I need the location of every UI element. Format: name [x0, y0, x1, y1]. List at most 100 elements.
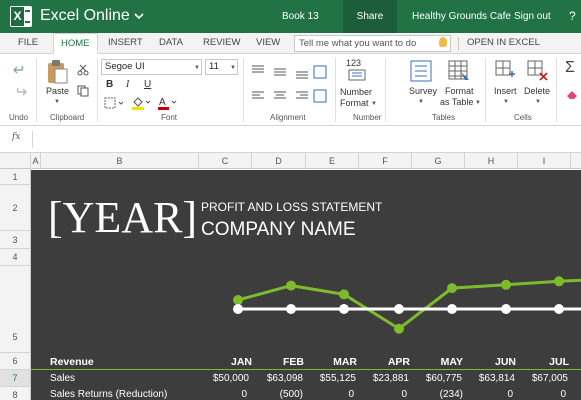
autosum-button[interactable]: Σ [565, 60, 575, 76]
chevron-down-icon[interactable]: ▼ [194, 65, 200, 71]
sales-cell[interactable]: $63,814 [465, 373, 515, 384]
revenue-line-chart[interactable] [31, 170, 581, 353]
user-name[interactable]: Healthy Grounds Cafe [412, 11, 511, 22]
month-header[interactable]: JAN [222, 356, 252, 368]
font-name-select[interactable]: Segoe UI [101, 59, 202, 75]
chevron-down-icon[interactable]: ▼ [535, 99, 541, 105]
month-header[interactable]: MAY [433, 356, 463, 368]
survey-button[interactable]: Survey [409, 86, 437, 97]
sales-label[interactable]: Sales [50, 373, 75, 384]
cut-icon[interactable] [77, 64, 89, 76]
format-as-table-icon[interactable] [448, 60, 470, 82]
sales-cell[interactable]: $50,000 [199, 373, 249, 384]
survey-icon[interactable] [410, 60, 432, 82]
chart-point-apr[interactable] [394, 304, 404, 314]
column-header-g[interactable]: G [412, 153, 465, 169]
chart-point-may[interactable] [447, 304, 457, 314]
paste-icon[interactable] [46, 59, 68, 85]
sales-cell[interactable]: $23,881 [359, 373, 409, 384]
sales-cell[interactable]: $60,775 [412, 373, 462, 384]
delete-button[interactable]: Delete [524, 86, 550, 97]
font-color-icon[interactable]: A [157, 96, 179, 110]
sales-cell[interactable]: $55,125 [306, 373, 356, 384]
returns-cell[interactable]: 0 [199, 389, 247, 400]
revenue-label[interactable]: Revenue [50, 356, 94, 368]
chart-point-feb[interactable] [286, 304, 296, 314]
returns-cell[interactable]: 0 [518, 389, 566, 400]
chart-point-apr[interactable] [394, 323, 404, 334]
returns-cell[interactable]: 0 [465, 389, 513, 400]
column-header-e[interactable]: E [306, 153, 359, 169]
chart-point-mar[interactable] [339, 304, 349, 314]
format-as-table-line2[interactable]: as Table [440, 97, 473, 108]
chart-point-jun[interactable] [501, 304, 511, 314]
tab-file[interactable]: FILE [18, 37, 38, 48]
underline-button[interactable]: U [144, 79, 151, 90]
chevron-down-icon[interactable]: ▼ [54, 99, 60, 105]
chevron-down-icon[interactable]: ▼ [371, 101, 377, 107]
column-header-c[interactable]: C [199, 153, 252, 169]
number-format-button-line1[interactable]: Number [340, 87, 372, 98]
undo-icon[interactable] [13, 64, 27, 76]
column-header-h[interactable]: H [465, 153, 518, 169]
eraser-icon[interactable] [565, 88, 579, 100]
returns-cell[interactable]: 0 [306, 389, 354, 400]
delete-cells-icon[interactable] [527, 60, 549, 82]
row-header-2[interactable]: 2 [0, 185, 31, 231]
select-all-corner[interactable] [0, 153, 31, 169]
month-header[interactable]: MAR [327, 356, 357, 368]
insert-button[interactable]: Insert [494, 86, 517, 97]
help-button[interactable]: ? [569, 9, 576, 23]
format-as-table-line1[interactable]: Format [445, 86, 474, 97]
function-icon[interactable]: fx [12, 132, 20, 142]
column-header-a[interactable]: A [31, 153, 41, 169]
row-header-5[interactable]: 5 [0, 266, 31, 353]
column-header-f[interactable]: F [359, 153, 412, 169]
row-header-4[interactable]: 4 [0, 249, 31, 266]
bold-button[interactable]: B [106, 79, 113, 90]
fill-color-icon[interactable] [131, 96, 153, 110]
returns-cell[interactable]: (500) [252, 389, 303, 400]
borders-icon[interactable] [104, 97, 126, 109]
sales-cell[interactable]: $63,098 [252, 373, 303, 384]
chart-point-jul[interactable] [554, 304, 564, 314]
chart-point-jan[interactable] [233, 295, 243, 305]
chart-point-feb[interactable] [286, 280, 296, 291]
returns-cell[interactable]: 0 [359, 389, 407, 400]
chart-point-may[interactable] [447, 283, 457, 294]
chart-point-jun[interactable] [501, 279, 511, 290]
tab-view[interactable]: VIEW [256, 37, 280, 48]
month-header[interactable]: APR [380, 356, 410, 368]
row-header-7[interactable]: 7 [0, 370, 31, 387]
redo-icon[interactable] [13, 86, 27, 98]
column-header-b[interactable]: B [41, 153, 199, 169]
row-header-6[interactable]: 6 [0, 353, 31, 370]
sign-out-link[interactable]: Sign out [514, 11, 551, 22]
copy-icon[interactable] [77, 85, 89, 97]
row-header-8[interactable]: 8 [0, 387, 31, 400]
open-in-excel-button[interactable]: OPEN IN EXCEL [467, 37, 540, 48]
row-header-1[interactable]: 1 [0, 169, 31, 185]
italic-button[interactable]: I [126, 79, 129, 90]
column-header-i[interactable]: I [518, 153, 571, 169]
chart-point-jul[interactable] [554, 276, 564, 287]
chevron-down-icon[interactable]: ▼ [418, 99, 424, 105]
month-header[interactable]: JUN [486, 356, 516, 368]
tab-home[interactable]: HOME [53, 33, 98, 54]
alignment-icons[interactable] [250, 64, 330, 109]
paste-button[interactable]: Paste [46, 86, 69, 97]
sales-returns-label[interactable]: Sales Returns (Reduction) [50, 389, 167, 400]
tab-data[interactable]: DATA [159, 37, 183, 48]
column-header-d[interactable]: D [252, 153, 306, 169]
returns-cell[interactable]: (234) [412, 389, 463, 400]
chevron-down-icon[interactable]: ▼ [503, 99, 509, 105]
share-button[interactable]: Share [343, 0, 397, 33]
month-header[interactable]: JUL [539, 356, 569, 368]
insert-cells-icon[interactable] [495, 60, 517, 82]
tab-insert[interactable]: INSERT [108, 37, 143, 48]
chart-point-jan[interactable] [233, 304, 243, 314]
sales-cell[interactable]: $67,005 [518, 373, 568, 384]
chevron-down-icon[interactable] [133, 10, 145, 22]
chevron-down-icon[interactable]: ▼ [230, 65, 236, 71]
number-format-button-line2[interactable]: Format [340, 98, 369, 109]
